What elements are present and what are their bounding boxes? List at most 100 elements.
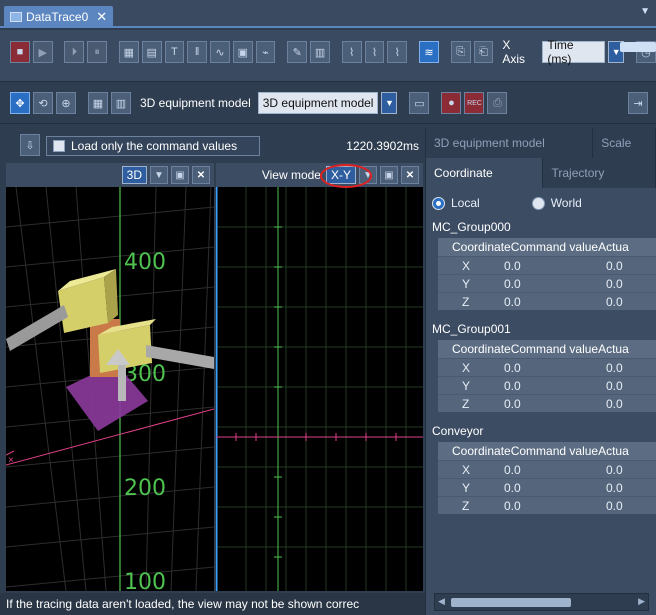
table-row: Y 0.0 0.0 <box>438 274 656 292</box>
horizontal-scrollbar[interactable]: ◀ ▶ <box>434 593 649 611</box>
model-label: 3D equipment model <box>140 96 251 110</box>
actual-cell: 0.0 <box>606 462 623 477</box>
radio-world[interactable] <box>531 196 545 210</box>
signal-icon[interactable]: ⌁ <box>255 41 276 63</box>
stop-button[interactable]: ■ <box>10 41 30 63</box>
panel-toggle-icon[interactable]: ⇥ <box>628 92 648 114</box>
tab-3d-equipment-model[interactable]: 3D equipment model <box>426 128 594 158</box>
x-axis-label: X Axis <box>502 38 526 66</box>
play-icon[interactable]: ⏵ <box>64 41 85 63</box>
view-xy-header: View mode X-Y ▼ ▣ ✕ <box>216 163 423 188</box>
load-icon[interactable]: ⇩ <box>20 134 40 156</box>
command-cell: 0.0 <box>504 462 521 477</box>
monitor-icon[interactable]: ▭ <box>409 92 430 114</box>
grid-icon[interactable]: ▦ <box>118 41 139 63</box>
waveform-a-icon[interactable]: ⌇ <box>341 41 362 63</box>
run-button[interactable]: ▶ <box>32 41 53 63</box>
scrollbar-thumb[interactable] <box>451 598 571 607</box>
time-readout: 1220.3902ms <box>346 139 419 153</box>
close-icon[interactable]: ✕ <box>192 166 210 184</box>
wave-icon[interactable]: ∿ <box>210 41 230 63</box>
table-row: Y 0.0 0.0 <box>438 478 656 496</box>
table-row: X 0.0 0.0 <box>438 256 656 274</box>
table-icon[interactable]: ▥ <box>310 41 330 63</box>
waveform-c-icon[interactable]: ⌇ <box>387 41 408 63</box>
properties-sub-tabs: Coordinate Trajectory <box>426 158 656 188</box>
view-xy-canvas[interactable] <box>216 187 423 591</box>
load-command-values-option[interactable]: Load only the command values <box>46 136 260 156</box>
model-toolbar: ✥ ⟲ ⊕ ▦ ▥ 3D equipment model 3D equipmen… <box>0 84 656 124</box>
record-icon[interactable]: ● <box>441 92 462 114</box>
trace-icon <box>10 12 22 22</box>
command-cell: 0.0 <box>504 360 521 375</box>
rotate-icon[interactable]: ⟲ <box>33 92 53 114</box>
axis-cell: Z <box>462 498 470 513</box>
move-icon[interactable]: ✥ <box>10 92 30 114</box>
pause-icon[interactable]: ⏸ <box>87 41 108 63</box>
timeline-slider[interactable] <box>620 42 656 52</box>
view-xy-panel[interactable]: View mode X-Y ▼ ▣ ✕ <box>216 163 423 591</box>
tab-menu-icon[interactable]: ▼ <box>640 6 650 17</box>
load-command-label: Load only the command values <box>71 139 238 153</box>
actual-cell: 0.0 <box>606 480 623 495</box>
actual-cell: 0.0 <box>606 294 623 309</box>
close-icon[interactable]: ✕ <box>401 166 419 184</box>
view-3d-canvas[interactable]: × 400 300 200 100 <box>6 186 214 591</box>
table-header: CoordinateCommand valueActua <box>438 442 656 460</box>
view-3d-select[interactable]: 3D <box>121 166 147 184</box>
load-command-checkbox[interactable] <box>53 140 65 152</box>
rec-button[interactable]: REC <box>464 92 485 114</box>
group-title: MC_Group001 <box>432 322 511 336</box>
status-message: If the tracing data aren't loaded, the v… <box>0 593 425 615</box>
axis-cell: Y <box>462 276 471 291</box>
chart-icon[interactable]: ▤ <box>141 41 162 63</box>
command-cell: 0.0 <box>504 480 521 495</box>
wrench-icon[interactable]: ✎ <box>287 41 308 63</box>
coordinate-panel: Local World MC_Group000 CoordinateComman… <box>426 188 656 522</box>
layout-b-icon[interactable]: ▥ <box>111 92 131 114</box>
highlight-ring <box>320 164 372 188</box>
command-cell: 0.0 <box>504 378 521 393</box>
axis-cell: Z <box>462 396 470 411</box>
layout-a-icon[interactable]: ▦ <box>88 92 108 114</box>
copy-icon[interactable]: ⎘ <box>450 41 471 63</box>
actual-cell: 0.0 <box>606 360 623 375</box>
chevron-down-icon[interactable]: ▼ <box>381 92 398 114</box>
trace-mode-icon[interactable]: ≋ <box>419 41 439 63</box>
table-row: Z 0.0 0.0 <box>438 496 656 514</box>
data-trace-window: DataTrace0 ✕ ▼ ■ ▶ ⏵ ⏸ ▦ ▤ T ‖ ∿ ▣ ⌁ ✎ ▥… <box>0 0 656 615</box>
cursor-icon[interactable]: T <box>164 41 185 63</box>
group-title: Conveyor <box>432 424 484 438</box>
tab-trajectory[interactable]: Trajectory <box>543 158 656 188</box>
tab-scale[interactable]: Scale <box>593 128 656 158</box>
export-icon[interactable]: ⎙ <box>487 92 508 114</box>
close-icon[interactable]: ✕ <box>96 9 107 25</box>
tab-coordinate[interactable]: Coordinate <box>426 158 544 188</box>
tab-datatrace0[interactable]: DataTrace0 ✕ <box>4 6 114 28</box>
pin-icon[interactable]: ▣ <box>171 166 189 184</box>
table-row: X 0.0 0.0 <box>438 358 656 376</box>
equipment-model <box>6 269 214 431</box>
table-header: CoordinateCommand valueActua <box>438 340 656 358</box>
axis-cell: X <box>462 360 471 375</box>
axis-cell: X <box>462 462 471 477</box>
scroll-left-icon[interactable]: ◀ <box>438 596 445 607</box>
zoom-icon[interactable]: ⊕ <box>56 92 76 114</box>
x-axis-select[interactable]: Time (ms) <box>542 38 606 66</box>
dual-cursor-icon[interactable]: ‖ <box>187 41 208 63</box>
radio-local-label: Local <box>451 196 480 210</box>
scroll-right-icon[interactable]: ▶ <box>638 596 645 607</box>
image-icon[interactable]: ▣ <box>232 41 253 63</box>
group-title: MC_Group000 <box>432 220 511 234</box>
table-row: Z 0.0 0.0 <box>438 292 656 310</box>
view-3d-panel[interactable]: 3D ▼ ▣ ✕ × 400 300 200 100 <box>6 163 214 591</box>
model-select[interactable]: 3D equipment model <box>257 92 379 114</box>
coordinate-table: CoordinateCommand valueActua X 0.0 0.0 Y… <box>438 442 656 514</box>
command-cell: 0.0 <box>504 258 521 273</box>
z-label-100: 100 <box>124 570 166 591</box>
chevron-down-icon[interactable]: ▼ <box>150 166 168 184</box>
paste-icon[interactable]: ⎗ <box>473 41 494 63</box>
waveform-b-icon[interactable]: ⌇ <box>364 41 385 63</box>
radio-local[interactable] <box>432 196 445 210</box>
pin-icon[interactable]: ▣ <box>380 166 398 184</box>
